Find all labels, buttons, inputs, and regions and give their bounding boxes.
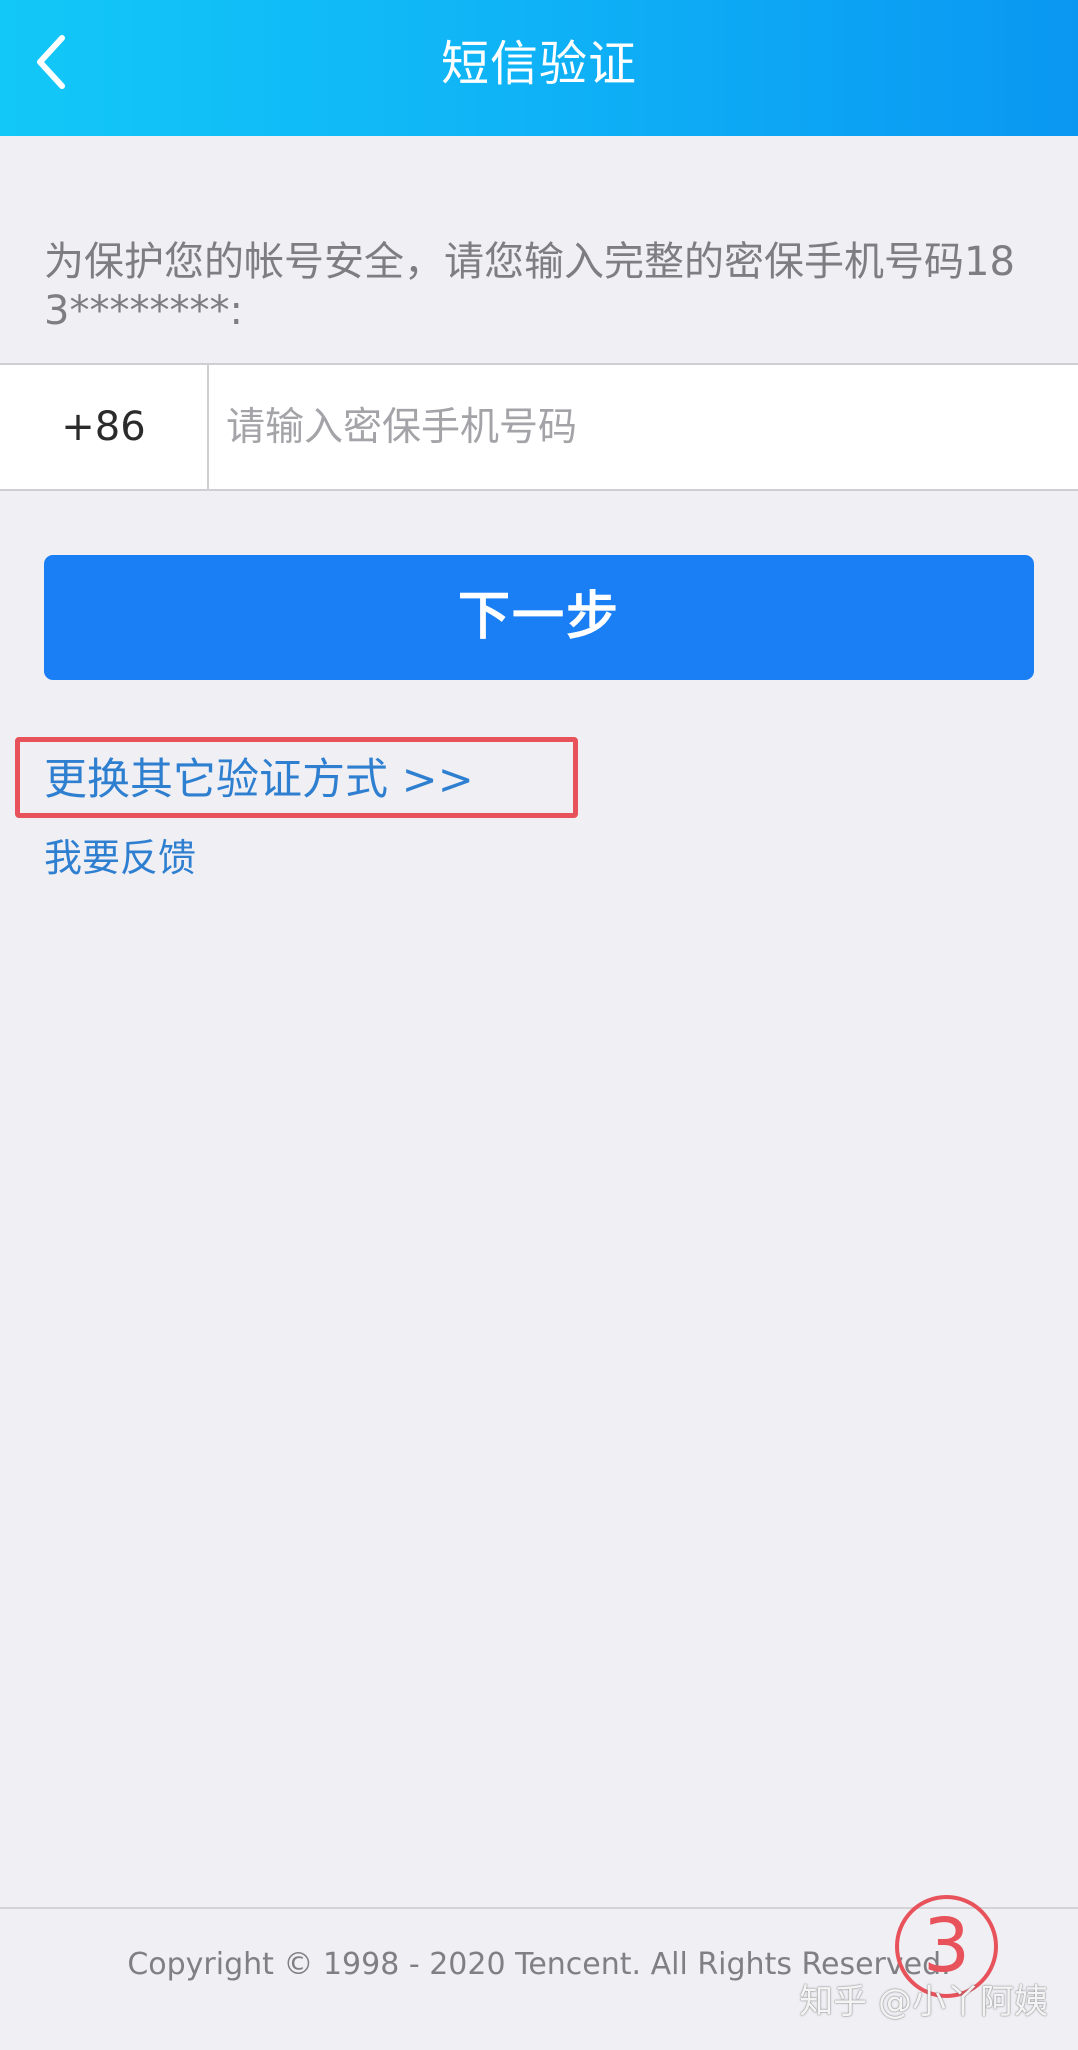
next-step-button[interactable]: 下一步: [44, 555, 1034, 680]
change-verification-method-link[interactable]: 更换其它验证方式 >>: [44, 752, 474, 808]
feedback-link[interactable]: 我要反馈: [44, 832, 196, 884]
page-title: 短信验证: [440, 36, 637, 92]
security-hint-text: 为保护您的帐号安全，请您输入完整的密保手机号码183********:: [44, 239, 1015, 334]
phone-input-row: +86: [0, 363, 1078, 491]
watermark: 知乎 @小丫阿姨: [799, 1982, 1048, 2022]
country-code-selector[interactable]: +86: [0, 365, 209, 489]
nav-bar: 短信验证: [0, 0, 1078, 136]
phone-number-input[interactable]: [211, 365, 1078, 489]
